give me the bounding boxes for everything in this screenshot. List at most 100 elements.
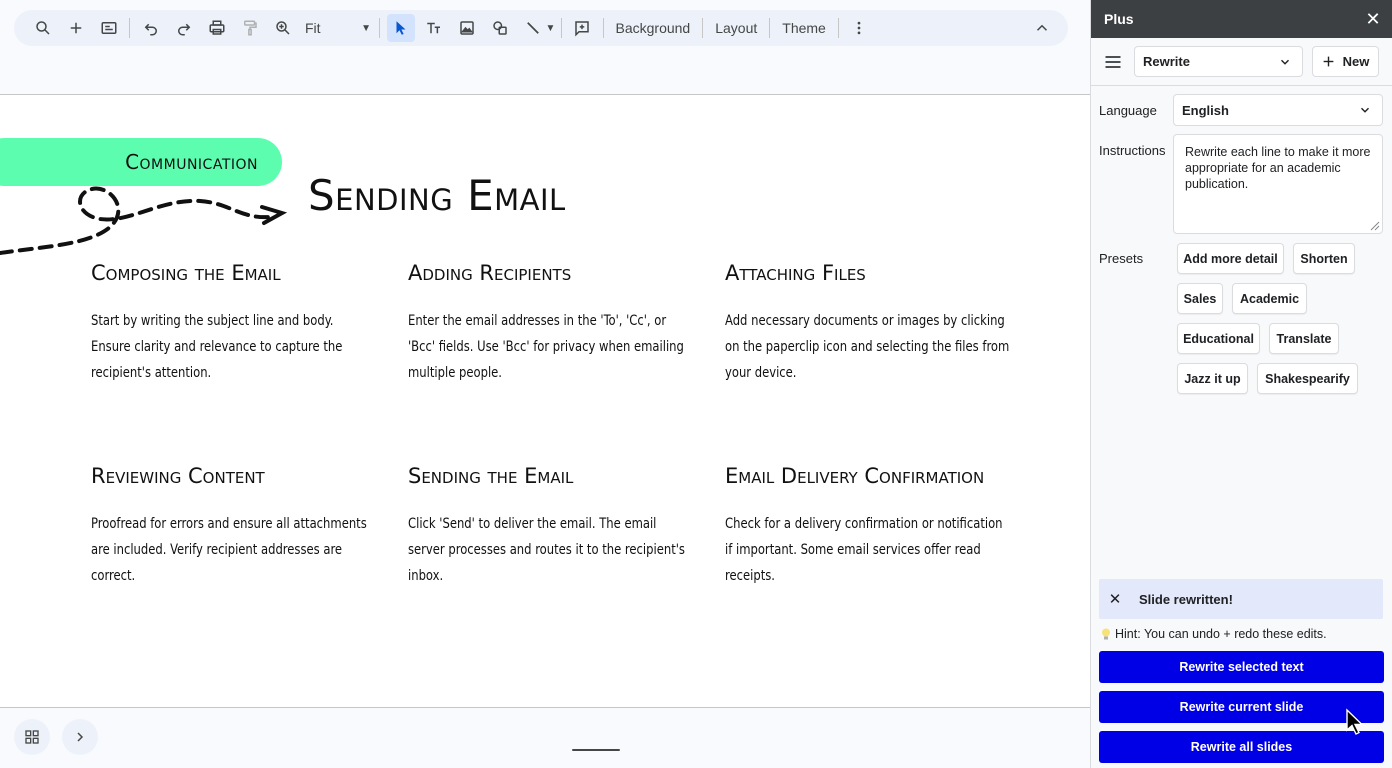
card-heading: Reviewing Content [91,464,265,488]
toolbar-divider [379,18,380,38]
rewrite-all-slides-button[interactable]: Rewrite all slides [1099,731,1384,763]
line-icon [526,22,539,34]
instructions-text: Rewrite each line to make it more approp… [1185,145,1371,191]
preset-jazz-it-up[interactable]: Jazz it up [1177,363,1248,394]
search-menus-button[interactable] [29,14,57,42]
toolbar: Fit ▼ ▼ Background Layout Theme [14,10,1068,46]
language-select[interactable]: English [1173,94,1383,126]
hint-line: Hint: You can undo + redo these edits. [1101,627,1327,641]
preset-shakespearify[interactable]: Shakespearify [1257,363,1358,394]
slide-layout-icon [101,22,116,34]
rewrite-current-slide-button[interactable]: Rewrite current slide [1099,691,1384,723]
paint-format-button[interactable] [236,14,264,42]
preset-sales[interactable]: Sales [1177,283,1223,314]
language-select-value: English [1182,102,1229,118]
insert-comment-button[interactable] [568,14,596,42]
slide-canvas[interactable]: Communication Sending Email Composing th… [0,94,1090,708]
card-confirmation[interactable]: Email Delivery Confirmation Check for a … [725,464,1045,589]
toolbar-divider [769,18,771,38]
preset-academic[interactable]: Academic [1232,283,1307,314]
card-attaching[interactable]: Attaching Files Add necessary documents … [725,261,1015,386]
panel-title: Plus [1104,11,1134,27]
presets-label: Presets [1099,251,1144,266]
resize-handle-icon[interactable] [1370,221,1380,231]
theme-button[interactable]: Theme [774,14,834,42]
more-vert-icon [857,21,861,35]
preset-shorten[interactable]: Shorten [1293,243,1355,274]
filmstrip-bar [0,709,1090,768]
chevron-up-icon [1036,24,1047,31]
rewrite-selected-text-button[interactable]: Rewrite selected text [1099,651,1384,683]
preset-add-more-detail[interactable]: Add more detail [1177,243,1284,274]
card-heading: Email Delivery Confirmation [725,464,985,488]
search-icon [35,21,50,35]
undo-icon [144,23,157,36]
panel-header: Plus ✕ [1091,0,1392,38]
mode-select-value: Rewrite [1143,54,1190,69]
toolbar-divider [602,18,604,38]
add-comment-icon [575,21,589,37]
layout-button[interactable]: Layout [707,14,765,42]
chevron-down-icon [1281,59,1289,65]
card-recipients[interactable]: Adding Recipients Enter the email addres… [408,261,698,386]
card-composing[interactable]: Composing the Email Start by writing the… [91,261,381,386]
card-heading: Sending the Email [408,464,574,488]
shape-button[interactable] [486,14,514,42]
image-icon [459,21,474,35]
select-tool-button[interactable] [386,14,415,42]
toolbar-divider [129,18,130,38]
caret-down-icon[interactable]: ▼ [545,23,557,34]
card-reviewing[interactable]: Reviewing Content Proofread for errors a… [91,464,381,589]
line-tool-button[interactable] [519,14,547,42]
plus-icon [1323,56,1333,67]
collapse-toolbar-button[interactable] [1028,14,1056,42]
dashed-arrow-decoration [0,186,288,255]
instructions-label: Instructions [1099,143,1166,158]
slide-title[interactable]: Sending Email [308,171,566,220]
text-box-icon [426,22,440,34]
card-heading: Adding Recipients [408,261,572,285]
new-button[interactable]: New [1312,46,1379,77]
mode-row: Rewrite New [1091,46,1392,78]
grid-view-icon [25,730,39,744]
slide-layout-button[interactable] [95,14,123,42]
redo-button[interactable] [170,14,198,42]
print-button[interactable] [203,14,231,42]
mouse-pointer-icon [1346,708,1364,735]
card-heading: Composing the Email [91,261,281,285]
zoom-value: Fit [305,20,321,36]
card-body: Add necessary documents or images by cli… [725,313,1010,381]
caret-down-icon: ▼ [361,22,371,34]
close-icon[interactable]: ✕ [1364,9,1382,30]
language-label: Language [1099,103,1157,118]
background-button[interactable]: Background [608,14,699,42]
insert-image-button[interactable] [453,14,481,42]
shapes-icon [492,21,507,35]
instructions-textarea[interactable]: Rewrite each line to make it more approp… [1173,134,1383,234]
grid-view-button[interactable] [14,719,50,755]
redo-icon [177,23,190,36]
plus-side-panel: Plus ✕ Rewrite New Language English Inst… [1090,0,1392,768]
toolbar-divider [560,18,562,38]
preset-translate[interactable]: Translate [1269,323,1339,354]
more-options-button[interactable] [845,14,873,42]
toast-message: Slide rewritten! [1139,591,1233,607]
hamburger-menu-icon[interactable] [1103,52,1123,72]
topic-pill-label: Communication [125,150,258,174]
zoom-select[interactable]: Fit ▼ [299,14,375,42]
text-box-button[interactable] [420,14,448,42]
toolbar-divider [702,18,704,38]
success-toast: ✕ Slide rewritten! [1099,579,1383,619]
card-sending[interactable]: Sending the Email Click 'Send' to delive… [408,464,698,589]
close-icon[interactable]: ✕ [1099,590,1131,608]
card-body: Proofread for errors and ensure all atta… [91,516,367,584]
speaker-notes-drag-handle[interactable] [572,749,620,751]
card-body: Start by writing the subject line and bo… [91,313,343,381]
zoom-button[interactable] [269,14,297,42]
new-slide-button[interactable] [62,14,90,42]
mode-select[interactable]: Rewrite [1134,46,1303,77]
expand-filmstrip-button[interactable] [62,719,98,755]
preset-educational[interactable]: Educational [1177,323,1260,354]
undo-button[interactable] [137,14,165,42]
chevron-down-icon [1361,107,1369,113]
